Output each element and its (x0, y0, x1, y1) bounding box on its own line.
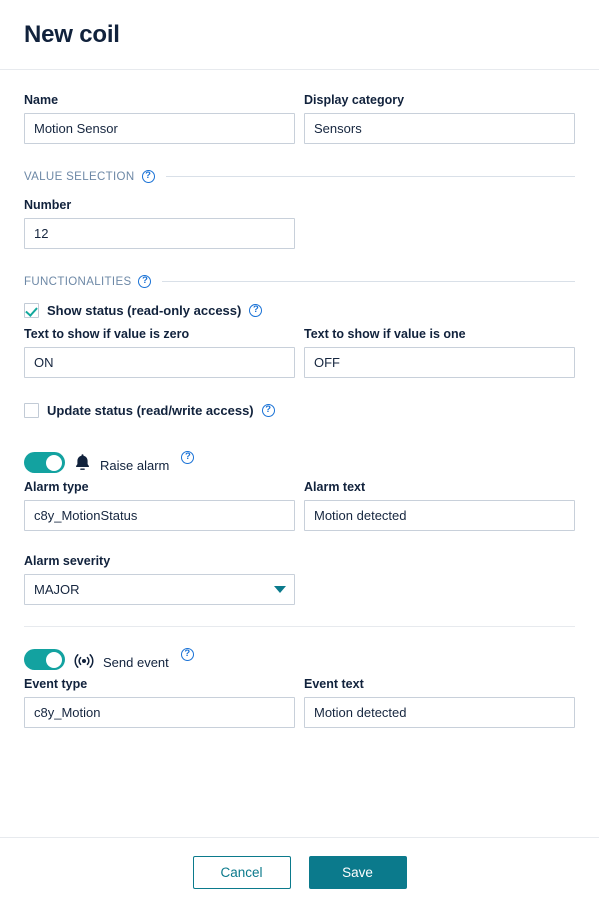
raise-alarm-toggle[interactable] (24, 452, 65, 473)
show-status-label: Show status (read-only access) (47, 302, 242, 318)
number-field-group: Number 12 (24, 197, 295, 249)
broadcast-icon (74, 653, 94, 669)
alarm-severity-row: Alarm severity MAJOR (24, 553, 575, 605)
name-input[interactable]: Motion Sensor (24, 113, 295, 144)
help-circle-icon[interactable]: ? (141, 170, 155, 183)
event-type-input[interactable]: c8y_Motion (24, 697, 295, 728)
status-text-row: Text to show if value is zero ON Text to… (24, 326, 575, 378)
update-status-label: Update status (read/write access) (47, 402, 254, 418)
help-circle-icon[interactable]: ? (180, 648, 194, 661)
event-type-label: Event type (24, 677, 88, 691)
alarm-severity-select[interactable]: MAJOR (24, 574, 295, 605)
new-coil-dialog: New coil Name Motion Sensor Display cate… (0, 0, 599, 906)
event-type-text-row: Event type c8y_Motion Event text Motion … (24, 676, 575, 728)
alarm-type-label: Alarm type (24, 480, 89, 494)
help-circle-icon[interactable]: ? (138, 275, 152, 288)
number-input[interactable]: 12 (24, 218, 295, 249)
alarm-severity-label: Alarm severity (24, 554, 111, 568)
update-status-checkbox[interactable] (24, 402, 39, 418)
event-text-label: Event text (304, 677, 364, 691)
page-title: New coil (24, 20, 120, 48)
raise-alarm-toggle-row[interactable]: Raise alarm ? (24, 444, 575, 474)
functionalities-legend: FUNCTIONALITIES ? (24, 275, 575, 288)
display-category-input[interactable]: Sensors (304, 113, 575, 144)
event-text-input[interactable]: Motion detected (304, 697, 575, 728)
alarm-type-input[interactable]: c8y_MotionStatus (24, 500, 295, 531)
alarm-severity-spacer (304, 553, 575, 605)
text-zero-label: Text to show if value is zero (24, 327, 190, 341)
help-circle-icon[interactable]: ? (181, 451, 195, 464)
legend-divider (165, 176, 575, 177)
toggle-knob (46, 651, 62, 668)
display-category-label: Display category (304, 93, 405, 107)
alarm-type-field-group: Alarm type c8y_MotionStatus (24, 479, 295, 531)
event-type-field-group: Event type c8y_Motion (24, 676, 295, 728)
display-category-field-group: Display category Sensors (304, 92, 575, 144)
alarm-text-label: Alarm text (304, 480, 366, 494)
form-body: Name Motion Sensor Display category Sens… (0, 70, 599, 837)
number-row: Number 12 (24, 197, 575, 249)
alarm-severity-value: MAJOR (34, 582, 80, 597)
save-button[interactable]: Save (308, 855, 407, 889)
text-one-label: Text to show if value is one (304, 327, 466, 341)
event-text-field-group: Event text Motion detected (304, 676, 575, 728)
cancel-button[interactable]: Cancel (192, 855, 291, 889)
functionalities-legend-label: FUNCTIONALITIES (24, 275, 132, 288)
text-zero-input[interactable]: ON (24, 347, 295, 378)
number-row-spacer (304, 197, 575, 249)
alarm-type-text-row: Alarm type c8y_MotionStatus Alarm text M… (24, 479, 575, 531)
send-event-label: Send event (103, 655, 169, 670)
bell-icon (74, 453, 91, 472)
text-one-field-group: Text to show if value is one OFF (304, 326, 575, 378)
alarm-severity-field-group: Alarm severity MAJOR (24, 553, 295, 605)
alarm-text-field-group: Alarm text Motion detected (304, 479, 575, 531)
raise-alarm-label: Raise alarm (100, 458, 170, 473)
chevron-down-icon (274, 586, 286, 593)
send-event-toggle-row[interactable]: Send event ? (24, 641, 575, 671)
legend-divider (162, 281, 575, 282)
show-status-checkbox-row[interactable]: Show status (read-only access) ? (24, 300, 575, 320)
toggle-knob (46, 454, 62, 471)
section-divider (24, 626, 575, 627)
help-circle-icon[interactable]: ? (261, 403, 275, 417)
number-label: Number (24, 198, 72, 212)
update-status-checkbox-row[interactable]: Update status (read/write access) ? (24, 400, 575, 420)
value-selection-legend-label: VALUE SELECTION (24, 170, 135, 183)
show-status-checkbox[interactable] (24, 302, 39, 318)
text-zero-field-group: Text to show if value is zero ON (24, 326, 295, 378)
help-circle-icon[interactable]: ? (249, 303, 263, 317)
value-selection-legend: VALUE SELECTION ? (24, 170, 575, 183)
alarm-text-input[interactable]: Motion detected (304, 500, 575, 531)
name-label: Name (24, 93, 59, 107)
dialog-footer: Cancel Save (0, 837, 599, 906)
text-one-input[interactable]: OFF (304, 347, 575, 378)
name-field-group: Name Motion Sensor (24, 92, 295, 144)
dialog-header: New coil (0, 0, 599, 70)
name-category-row: Name Motion Sensor Display category Sens… (24, 92, 575, 144)
send-event-toggle[interactable] (24, 649, 65, 670)
